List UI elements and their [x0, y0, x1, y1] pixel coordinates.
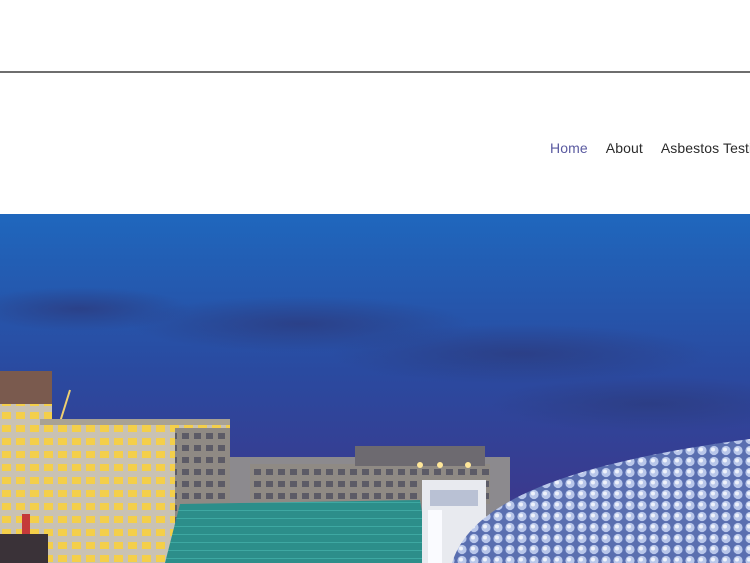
main-navigation: Home About Asbestos Testin: [541, 134, 750, 162]
nav-item-asbestos-testing[interactable]: Asbestos Testin: [652, 134, 750, 162]
hero-skyline-illustration: [0, 214, 750, 563]
page: Home About Asbestos Testin: [0, 0, 750, 563]
nav-item-home[interactable]: Home: [541, 134, 597, 162]
hero-image: [0, 214, 750, 563]
nav-item-about[interactable]: About: [597, 134, 652, 162]
header-divider: [0, 71, 750, 73]
